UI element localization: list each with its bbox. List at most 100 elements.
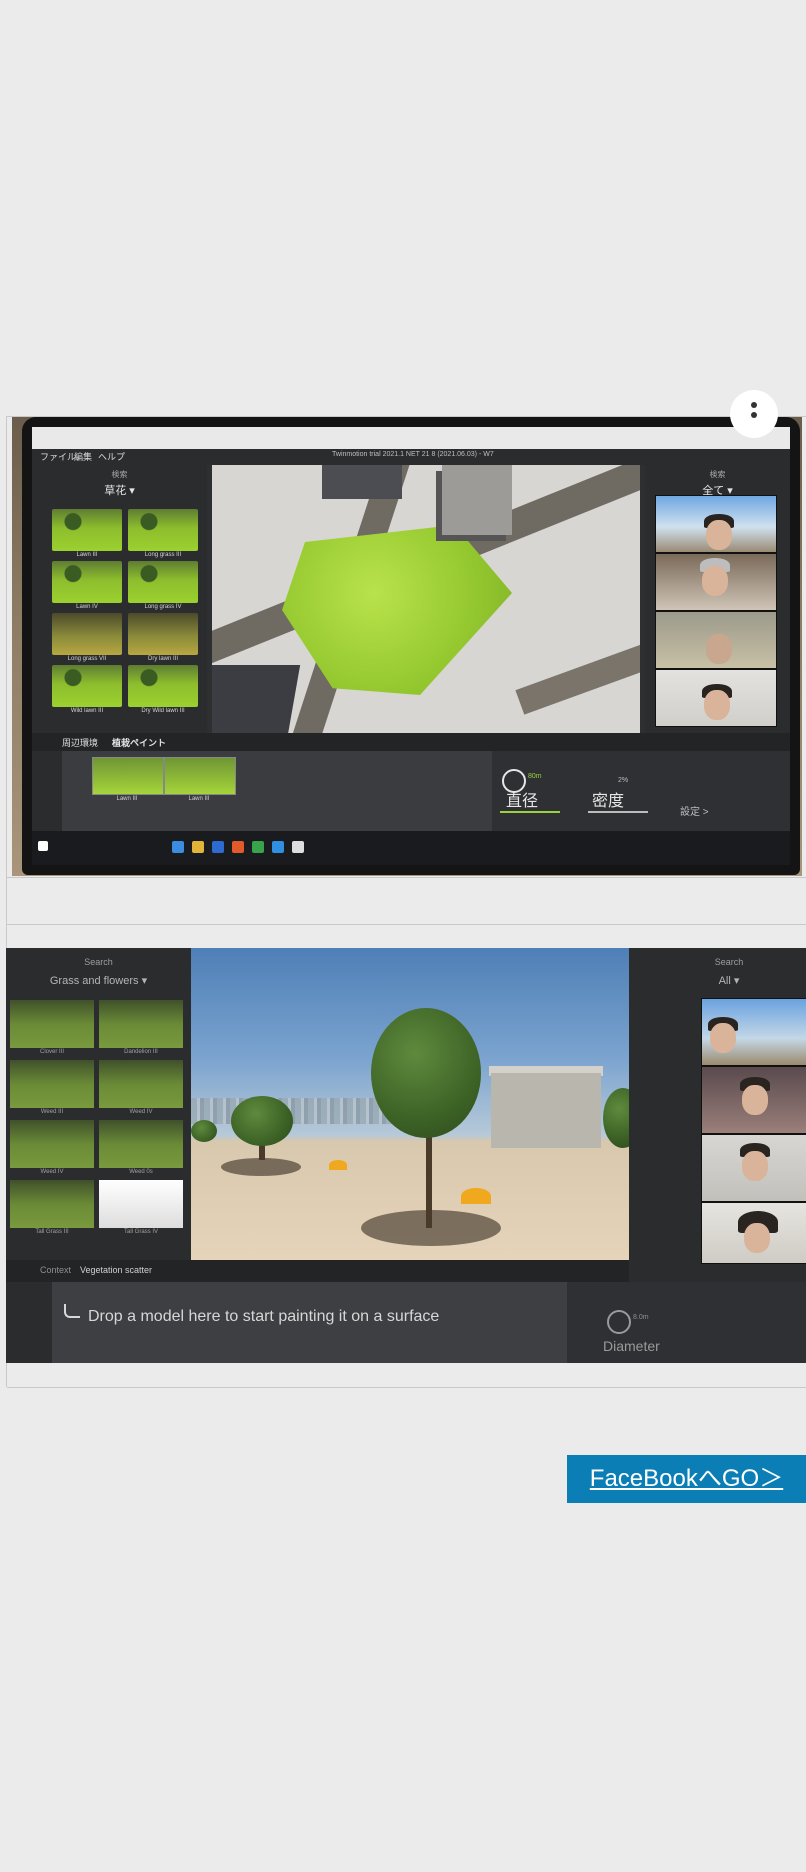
taskbar-app-icon[interactable]	[272, 841, 284, 853]
breadcrumb-context[interactable]: 周辺環境	[62, 736, 98, 749]
settings-link[interactable]: 設定 >	[680, 803, 709, 818]
window-title: Twinmotion trial 2021.1 NET 21 8 (2021.0…	[332, 451, 494, 458]
diameter-label: Diameter	[603, 1338, 660, 1354]
more-options-button[interactable]	[730, 390, 778, 438]
tool-panel: Drop a model here to start painting it o…	[6, 1282, 806, 1363]
menu-edit[interactable]: 編集	[74, 450, 92, 463]
asset-thumb[interactable]	[99, 1180, 183, 1228]
diameter-value: 8.0m	[633, 1314, 649, 1321]
taskbar-app-icon[interactable]	[212, 841, 224, 853]
building	[212, 665, 301, 733]
windows-start-icon[interactable]	[38, 841, 48, 851]
3d-viewport[interactable]	[212, 465, 640, 733]
video-participant	[655, 553, 777, 611]
scatter-marker	[461, 1188, 491, 1204]
asset-caption: Wild lawn III	[70, 708, 104, 714]
video-call-panel: 検索 全て ▾	[645, 465, 790, 733]
category-dropdown[interactable]: Grass and flowers ▾	[6, 974, 191, 987]
asset-thumb[interactable]	[10, 1120, 94, 1168]
right-search-label[interactable]: 検索	[645, 469, 790, 480]
asset-thumb[interactable]	[128, 509, 198, 551]
asset-thumb[interactable]	[52, 561, 122, 603]
selected-asset[interactable]	[164, 757, 236, 795]
table-divider	[7, 877, 806, 878]
asset-caption: Long grass IV	[144, 604, 182, 610]
tree	[603, 1088, 629, 1148]
asset-thumb[interactable]	[52, 665, 122, 707]
asset-thumb[interactable]	[10, 1000, 94, 1048]
3d-viewport[interactable]	[191, 948, 629, 1260]
asset-caption: Dry lawn III	[147, 656, 178, 662]
selected-asset[interactable]	[92, 757, 164, 795]
selected-asset-caption: Lawn III	[116, 796, 138, 802]
asset-caption: Tall Grass IV	[123, 1229, 158, 1235]
video-participant	[655, 669, 777, 727]
tree	[191, 1120, 217, 1142]
asset-caption: Weed IV	[40, 1169, 64, 1175]
asset-caption: Lawn III	[76, 552, 98, 558]
taskbar-app-icon[interactable]	[252, 841, 264, 853]
diameter-icon	[607, 1310, 631, 1334]
filter-dropdown[interactable]: All ▾	[669, 974, 789, 987]
video-call-panel: Search All ▾	[629, 948, 806, 1282]
asset-thumb[interactable]	[128, 613, 198, 655]
asset-caption: Long grass VII	[67, 656, 107, 662]
asset-thumb[interactable]	[10, 1060, 94, 1108]
asset-thumb[interactable]	[52, 613, 122, 655]
asset-caption: Lawn IV	[76, 604, 98, 610]
more-icon	[751, 402, 757, 408]
menu-file[interactable]: ファイル	[40, 450, 76, 463]
asset-caption: Dandelion III	[124, 1049, 158, 1055]
facebook-link[interactable]: FaceBookへGO＞	[567, 1455, 806, 1503]
library-search-label[interactable]: 検索	[32, 469, 207, 480]
library-panel: Search Grass and flowers ▾ Clover III Da…	[6, 948, 191, 1282]
asset-caption: Weed 0s	[129, 1169, 153, 1175]
asset-thumb[interactable]	[10, 1180, 94, 1228]
video-participant	[701, 1134, 806, 1202]
asset-thumb[interactable]	[52, 509, 122, 551]
laptop-bezel: ファイル 編集 ヘルプ Twinmotion trial 2021.1 NET …	[22, 417, 800, 875]
asset-thumb[interactable]	[99, 1000, 183, 1048]
taskbar-app-icon[interactable]	[232, 841, 244, 853]
tree-shadow	[221, 1158, 301, 1176]
library-search-label[interactable]: Search	[6, 957, 191, 967]
asset-thumb[interactable]	[128, 561, 198, 603]
menu-help[interactable]: ヘルプ	[98, 450, 125, 463]
tree	[231, 1096, 293, 1146]
tool-panel: Lawn III Lawn III 直径 80m 密度 2% 設定 >	[32, 751, 790, 831]
tool-sidebar	[32, 751, 62, 831]
asset-thumb[interactable]	[99, 1120, 183, 1168]
house	[491, 1073, 601, 1148]
diameter-label: 直径	[506, 793, 539, 810]
laptop-screen: ファイル 編集 ヘルプ Twinmotion trial 2021.1 NET …	[32, 427, 790, 865]
window-titlebar	[32, 427, 790, 449]
density-value: 2%	[618, 777, 629, 784]
asset-thumb[interactable]	[99, 1060, 183, 1108]
building	[322, 465, 402, 499]
taskbar-app-icon[interactable]	[292, 841, 304, 853]
windows-taskbar	[32, 831, 790, 865]
taskbar-app-icon[interactable]	[192, 841, 204, 853]
page: ファイル 編集 ヘルプ Twinmotion trial 2021.1 NET …	[0, 0, 806, 1872]
taskbar-app-icon[interactable]	[172, 841, 184, 853]
table-divider	[7, 924, 806, 925]
diameter-slider[interactable]	[500, 811, 560, 813]
diameter-value: 80m	[528, 773, 542, 780]
brush-settings: 直径 80m 密度 2% 設定 >	[492, 751, 790, 831]
density-label: 密度	[592, 793, 625, 810]
density-slider[interactable]	[588, 811, 648, 813]
breadcrumb-context[interactable]: Context	[40, 1265, 71, 1275]
right-search-label[interactable]: Search	[669, 957, 789, 967]
breadcrumb: 周辺環境 植栽ペイント	[32, 733, 790, 751]
selected-asset-caption: Lawn III	[188, 796, 210, 802]
laptop-photo: ファイル 編集 ヘルプ Twinmotion trial 2021.1 NET …	[12, 417, 802, 876]
breadcrumb-current: Vegetation scatter	[80, 1265, 153, 1275]
drop-hint: Drop a model here to start painting it o…	[88, 1308, 440, 1325]
asset-caption: Clover III	[39, 1049, 64, 1055]
video-participant	[655, 611, 777, 669]
table-divider	[7, 1387, 806, 1388]
asset-thumb[interactable]	[128, 665, 198, 707]
category-dropdown[interactable]: 草花 ▾	[32, 482, 207, 498]
asset-caption: Weed III	[40, 1109, 64, 1115]
scene-photo: Search Grass and flowers ▾ Clover III Da…	[6, 948, 806, 1363]
